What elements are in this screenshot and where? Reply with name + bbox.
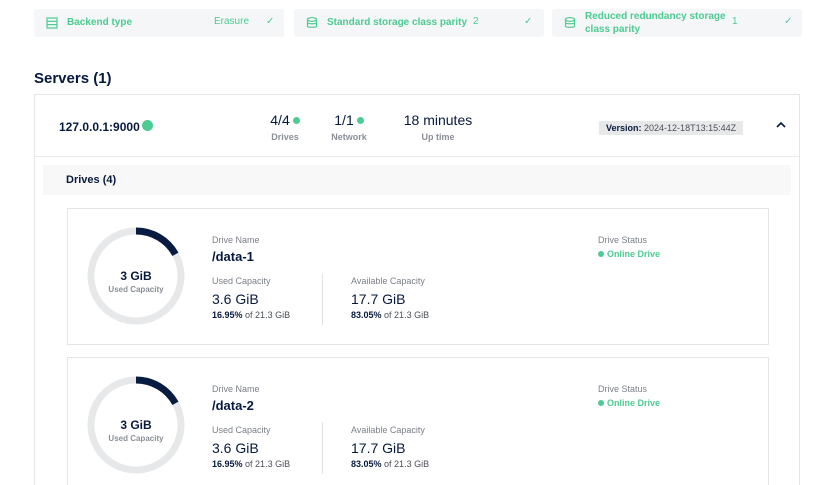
check-icon: ✓ [784,16,793,27]
used-capacity-value: 3.6 GiB [212,291,259,307]
available-total: of 21.3 GiB [384,459,430,469]
drive-card: 3 GiB Used Capacity Drive Name /data-2 U… [67,357,769,485]
drive-status-label: Drive Status [598,235,648,245]
version-value: 2024-12-18T13:15:44Z [644,123,737,133]
available-percent: 83.05% [351,459,382,469]
ring-value: 3 GiB [120,269,152,283]
standard-parity-label: Standard storage class parity [327,17,468,28]
drive-status-value: Online Drive [607,249,661,259]
uptime-stat-caption: Up time [421,132,455,142]
drive-name-label: Drive Name [212,384,260,394]
uptime-stat-value: 18 minutes [403,112,473,128]
available-capacity-percent: 83.05% of 21.3 GiB [351,310,429,320]
used-total: of 21.3 GiB [245,310,291,320]
version-label: Version: [606,123,642,133]
server-endpoint: 127.0.0.1:9000 [59,120,140,134]
ring-caption: Used Capacity [108,434,164,443]
network-stat-value: 1/1 [334,112,354,128]
network-stat: 1/1 Network [329,112,369,142]
check-icon: ✓ [524,16,533,27]
reduced-parity-card: Reduced redundancy storage class parity … [552,9,802,37]
available-capacity-percent: 83.05% of 21.3 GiB [351,459,429,469]
available-percent: 83.05% [351,310,382,320]
drive-status-value: Online Drive [607,398,661,408]
available-total: of 21.3 GiB [384,310,430,320]
drives-title: Drives (4) [66,174,117,186]
server-header[interactable]: 127.0.0.1:9000 4/4 Drives 1/1 Network 18… [35,95,799,157]
standard-parity-value: 2 [473,16,479,27]
divider [322,273,323,325]
available-capacity-label: Available Capacity [351,276,425,286]
chevron-up-icon[interactable] [775,119,787,131]
used-percent: 16.95% [212,310,243,320]
backend-type-card: Backend type Erasure ✓ [34,9,284,37]
drives-stat-caption: Drives [271,132,299,142]
uptime-stat: 18 minutes Up time [391,112,485,142]
network-status-dot [356,117,364,124]
used-total: of 21.3 GiB [245,459,291,469]
used-capacity-label: Used Capacity [212,276,271,286]
backend-type-label: Backend type [67,17,133,28]
ring-value: 3 GiB [120,418,152,432]
drive-card: 3 GiB Used Capacity Drive Name /data-1 U… [67,208,769,345]
check-icon: ✓ [266,16,275,27]
storage-icon [46,17,58,29]
drive-status: Online Drive [598,249,660,259]
used-capacity-label: Used Capacity [212,425,271,435]
divider [322,422,323,474]
drive-name-label: Drive Name [212,235,260,245]
used-capacity-percent: 16.95% of 21.3 GiB [212,459,290,469]
drives-stat-value: 4/4 [270,112,290,128]
available-capacity-value: 17.7 GiB [351,440,406,456]
backend-type-value: Erasure [214,16,250,27]
available-capacity-value: 17.7 GiB [351,291,406,307]
reduced-parity-label: Reduced redundancy storage class parity [585,11,726,35]
drives-status-dot [292,117,300,124]
database-icon [564,17,576,28]
drive-name: /data-1 [212,249,254,264]
used-capacity-value: 3.6 GiB [212,440,259,456]
drive-status-label: Drive Status [598,384,648,394]
network-stat-caption: Network [331,132,367,142]
standard-parity-card: Standard storage class parity 2 ✓ [294,9,544,37]
ring-caption: Used Capacity [108,285,164,294]
server-panel: 127.0.0.1:9000 4/4 Drives 1/1 Network 18… [34,94,800,485]
drive-status: Online Drive [598,398,660,408]
used-percent: 16.95% [212,459,243,469]
drive-name: /data-2 [212,398,254,413]
status-dot [598,251,604,257]
servers-heading: Servers (1) [34,70,112,87]
server-online-indicator [142,120,153,131]
status-dot [598,400,604,406]
available-capacity-label: Available Capacity [351,425,425,435]
drives-section-header: Drives (4) [43,165,791,195]
database-icon [306,17,318,28]
drives-stat: 4/4 Drives [265,112,305,142]
version-badge: Version: 2024-12-18T13:15:44Z [599,121,744,135]
reduced-parity-value: 1 [732,16,738,27]
used-capacity-percent: 16.95% of 21.3 GiB [212,310,290,320]
